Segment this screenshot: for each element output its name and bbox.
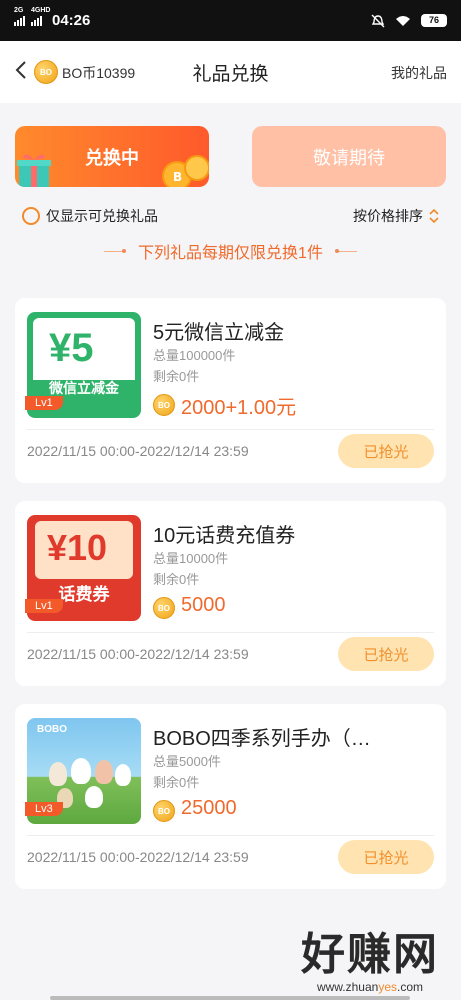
gift-price: 5000: [181, 594, 226, 616]
filter-radio[interactable]: [22, 207, 40, 225]
network-type-1: 2G: [14, 6, 24, 14]
notice-divider-right: [334, 248, 357, 253]
site-watermark: 好赚网 www.zhuanyes.com: [301, 918, 439, 994]
level-badge: Lv3: [25, 802, 63, 816]
gift-remaining: 剩余0件: [153, 572, 200, 587]
gift-title: BOBO四季系列手办（…: [153, 728, 371, 750]
sort-by-price[interactable]: 按价格排序: [353, 206, 439, 226]
card-divider: [27, 835, 434, 836]
tab-exchanging-label: 兑换中: [85, 147, 139, 168]
card-divider: [27, 632, 434, 633]
sort-label: 按价格排序: [353, 208, 423, 224]
gift-card[interactable]: ¥5 微信立减金 Lv1 5元微信立减金 总量100000件 剩余0件 BO 2…: [15, 298, 446, 483]
gift-title: 10元话费充值券: [153, 525, 296, 547]
sold-out-button[interactable]: 已抢光: [338, 637, 434, 671]
home-indicator: [50, 996, 410, 1000]
sort-arrows-icon: [429, 209, 439, 223]
bo-coin-icon: BO: [153, 394, 175, 416]
thumb-label: 微信立减金: [49, 380, 119, 396]
sold-out-button[interactable]: 已抢光: [338, 434, 434, 468]
level-badge: Lv1: [25, 396, 63, 410]
sold-out-button[interactable]: 已抢光: [338, 840, 434, 874]
card-divider: [27, 429, 434, 430]
gift-period: 2022/11/15 00:00-2022/12/14 23:59: [27, 646, 249, 662]
bo-coin-icon: BO: [153, 597, 175, 619]
gift-title: 5元微信立减金: [153, 322, 285, 344]
watermark-url: www.zhuanyes.com: [316, 980, 424, 994]
tab-exchanging[interactable]: 兑换中 B: [15, 126, 209, 187]
network-type-2: 4GHD: [31, 6, 51, 14]
my-gifts-link[interactable]: 我的礼品: [391, 63, 447, 83]
gift-remaining: 剩余0件: [153, 775, 200, 790]
gift-box-icon: [17, 154, 51, 187]
status-time: 04:26: [52, 12, 91, 29]
gift-total: 总量5000件: [153, 754, 221, 769]
gift-period: 2022/11/15 00:00-2022/12/14 23:59: [27, 443, 249, 459]
gift-price: 2000+1.00元: [181, 397, 297, 419]
battery-icon: 76: [421, 14, 447, 27]
svg-text:B: B: [173, 170, 182, 184]
watermark-title: 好赚网: [301, 930, 439, 979]
level-badge: Lv1: [25, 599, 63, 613]
bo-coin-icon: BO: [153, 800, 175, 822]
gift-price: 25000: [181, 797, 237, 819]
thumb-amount: ¥10: [47, 527, 108, 568]
signal-icon-2: 4GHD: [31, 7, 50, 26]
status-bar: 2G 4GHD 04:26 76: [0, 0, 461, 41]
gift-total: 总量100000件: [153, 348, 236, 363]
coins-icon: B: [162, 155, 209, 187]
exchangeable-filter[interactable]: 仅显示可兑换礼品: [22, 206, 158, 226]
thumb-amount: ¥5: [49, 326, 94, 370]
app-header: BO BO币10399 礼品兑换 我的礼品: [0, 41, 461, 103]
mute-icon: [371, 14, 385, 27]
exchange-limit-notice: 下列礼品每期仅限兑换1件: [0, 239, 461, 263]
gift-card[interactable]: BOBO Lv3 BOBO四季系列手办（… 总量5000件 剩余0件 BO 25…: [15, 704, 446, 889]
gift-card[interactable]: ¥10 话费券 Lv1 10元话费充值券 总量10000件 剩余0件 BO 50…: [15, 501, 446, 686]
signal-icon: 2G: [14, 7, 25, 26]
gift-total: 总量10000件: [153, 551, 229, 566]
notice-text: 下列礼品每期仅限兑换1件: [138, 245, 323, 262]
tab-coming-soon-label: 敬请期待: [313, 147, 385, 168]
wifi-icon: [396, 15, 410, 26]
gift-period: 2022/11/15 00:00-2022/12/14 23:59: [27, 849, 249, 865]
gift-remaining: 剩余0件: [153, 369, 200, 384]
notice-divider-left: [104, 248, 127, 253]
filter-label: 仅显示可兑换礼品: [46, 208, 158, 224]
thumb-brand: BOBO: [37, 724, 67, 735]
tab-coming-soon[interactable]: 敬请期待: [252, 126, 446, 187]
